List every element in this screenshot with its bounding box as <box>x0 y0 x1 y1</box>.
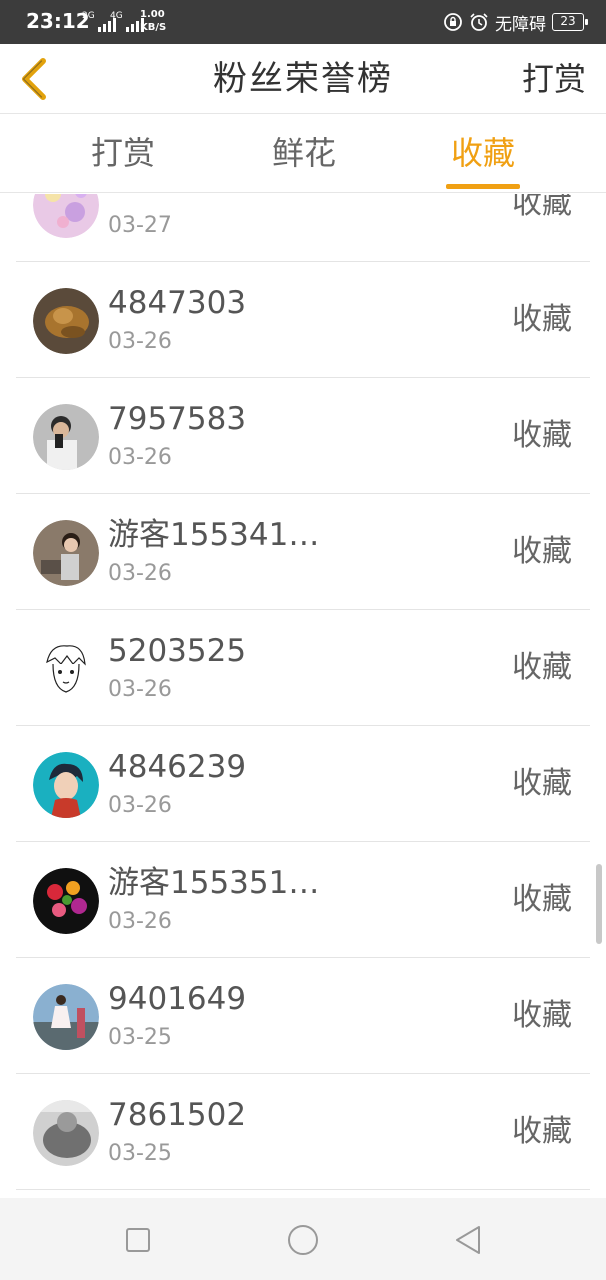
net-speed: 1.00 KB/S <box>140 9 167 33</box>
battery-icon: 23 <box>552 13 588 31</box>
user-name: 游客155351… <box>108 865 320 901</box>
date: 03-27 <box>108 213 172 238</box>
avatar[interactable] <box>33 194 99 238</box>
list-item[interactable]: 游客155341… 03-26 收藏 <box>16 494 590 610</box>
lock-rotation-icon <box>444 13 462 31</box>
home-button[interactable] <box>283 1220 323 1260</box>
date: 03-26 <box>108 445 172 470</box>
tab-favorites[interactable]: 收藏 <box>423 115 543 193</box>
status-time: 23:12 <box>26 9 90 33</box>
user-name: 5203525 <box>108 633 247 669</box>
user-name: 游客155341… <box>108 517 320 553</box>
favorite-label: 收藏 <box>512 766 572 801</box>
recents-button[interactable] <box>118 1220 158 1260</box>
reward-button[interactable]: 打赏 <box>522 44 586 114</box>
chevron-left-icon <box>22 58 46 100</box>
favorite-label: 收藏 <box>512 194 572 221</box>
square-recents-icon <box>126 1228 150 1252</box>
circle-home-icon <box>288 1225 318 1255</box>
list-item[interactable]: 4846239 03-26 收藏 <box>16 726 590 842</box>
flowers-avatar-icon <box>33 868 99 934</box>
user-name: 9401649 <box>108 981 247 1017</box>
status-right: 无障碍 23 <box>443 8 588 36</box>
favorite-label: 收藏 <box>512 302 572 337</box>
avatar[interactable] <box>33 1100 99 1166</box>
tab-flowers[interactable]: 鲜花 <box>244 115 364 193</box>
date: 03-26 <box>108 329 172 354</box>
avatar[interactable] <box>33 404 99 470</box>
back-button[interactable] <box>14 54 54 104</box>
user-name: 4846239 <box>108 749 247 785</box>
fan-list[interactable]: 03-27 收藏 4847303 03-26 收藏 7957583 03-26 … <box>16 194 590 1198</box>
avatar[interactable] <box>33 868 99 934</box>
favorite-label: 收藏 <box>512 998 572 1033</box>
nav-back-button[interactable] <box>448 1220 488 1260</box>
date: 03-26 <box>108 677 172 702</box>
manga-boy-avatar-icon <box>33 636 99 702</box>
favorite-label: 收藏 <box>512 534 572 569</box>
selfie-man-avatar-icon <box>33 404 99 470</box>
user-name: 4847303 <box>108 285 247 321</box>
date: 03-26 <box>108 561 172 586</box>
user-name: 7861502 <box>108 1097 247 1133</box>
avatar[interactable] <box>33 636 99 702</box>
alarm-icon <box>470 13 488 31</box>
bronze-statue-avatar-icon <box>33 288 99 354</box>
system-nav-bar <box>0 1198 606 1280</box>
scrollbar[interactable] <box>596 864 602 944</box>
tab-reward[interactable]: 打赏 <box>63 115 183 193</box>
list-item[interactable]: 7861502 03-25 收藏 <box>16 1074 590 1190</box>
status-bar: 23:12 2G 4G 1.00 KB/S 无障碍 23 <box>0 0 606 44</box>
triangle-back-icon <box>456 1226 480 1254</box>
active-tab-indicator <box>446 184 520 189</box>
avatar[interactable] <box>33 752 99 818</box>
title-bar: 粉丝荣誉榜 打赏 <box>0 44 606 114</box>
avatar[interactable] <box>33 984 99 1050</box>
list-item[interactable]: 9401649 03-25 收藏 <box>16 958 590 1074</box>
anime-boy-avatar-icon <box>33 752 99 818</box>
date: 03-25 <box>108 1025 172 1050</box>
list-item[interactable]: 5203525 03-26 收藏 <box>16 610 590 726</box>
favorite-label: 收藏 <box>512 650 572 685</box>
user-name: 7957583 <box>108 401 247 437</box>
girl-photo-avatar-icon <box>33 520 99 586</box>
sparkle-avatar-icon <box>33 194 99 238</box>
favorite-label: 收藏 <box>512 1114 572 1149</box>
list-item[interactable]: 游客155351… 03-26 收藏 <box>16 842 590 958</box>
list-item[interactable]: 4847303 03-26 收藏 <box>16 262 590 378</box>
favorite-label: 收藏 <box>512 882 572 917</box>
avatar[interactable] <box>33 288 99 354</box>
date: 03-25 <box>108 1141 172 1166</box>
favorite-label: 收藏 <box>512 418 572 453</box>
date: 03-26 <box>108 909 172 934</box>
tab-bar: 打赏 鲜花 收藏 <box>0 115 606 193</box>
accessibility-label: 无障碍 <box>495 14 546 35</box>
beach-girl-avatar-icon <box>33 984 99 1050</box>
date: 03-26 <box>108 793 172 818</box>
grey-photo-avatar-icon <box>33 1100 99 1166</box>
list-item[interactable]: 7957583 03-26 收藏 <box>16 378 590 494</box>
avatar[interactable] <box>33 520 99 586</box>
list-item[interactable]: 03-27 收藏 <box>16 194 590 262</box>
page-title: 粉丝荣誉榜 <box>213 59 393 99</box>
